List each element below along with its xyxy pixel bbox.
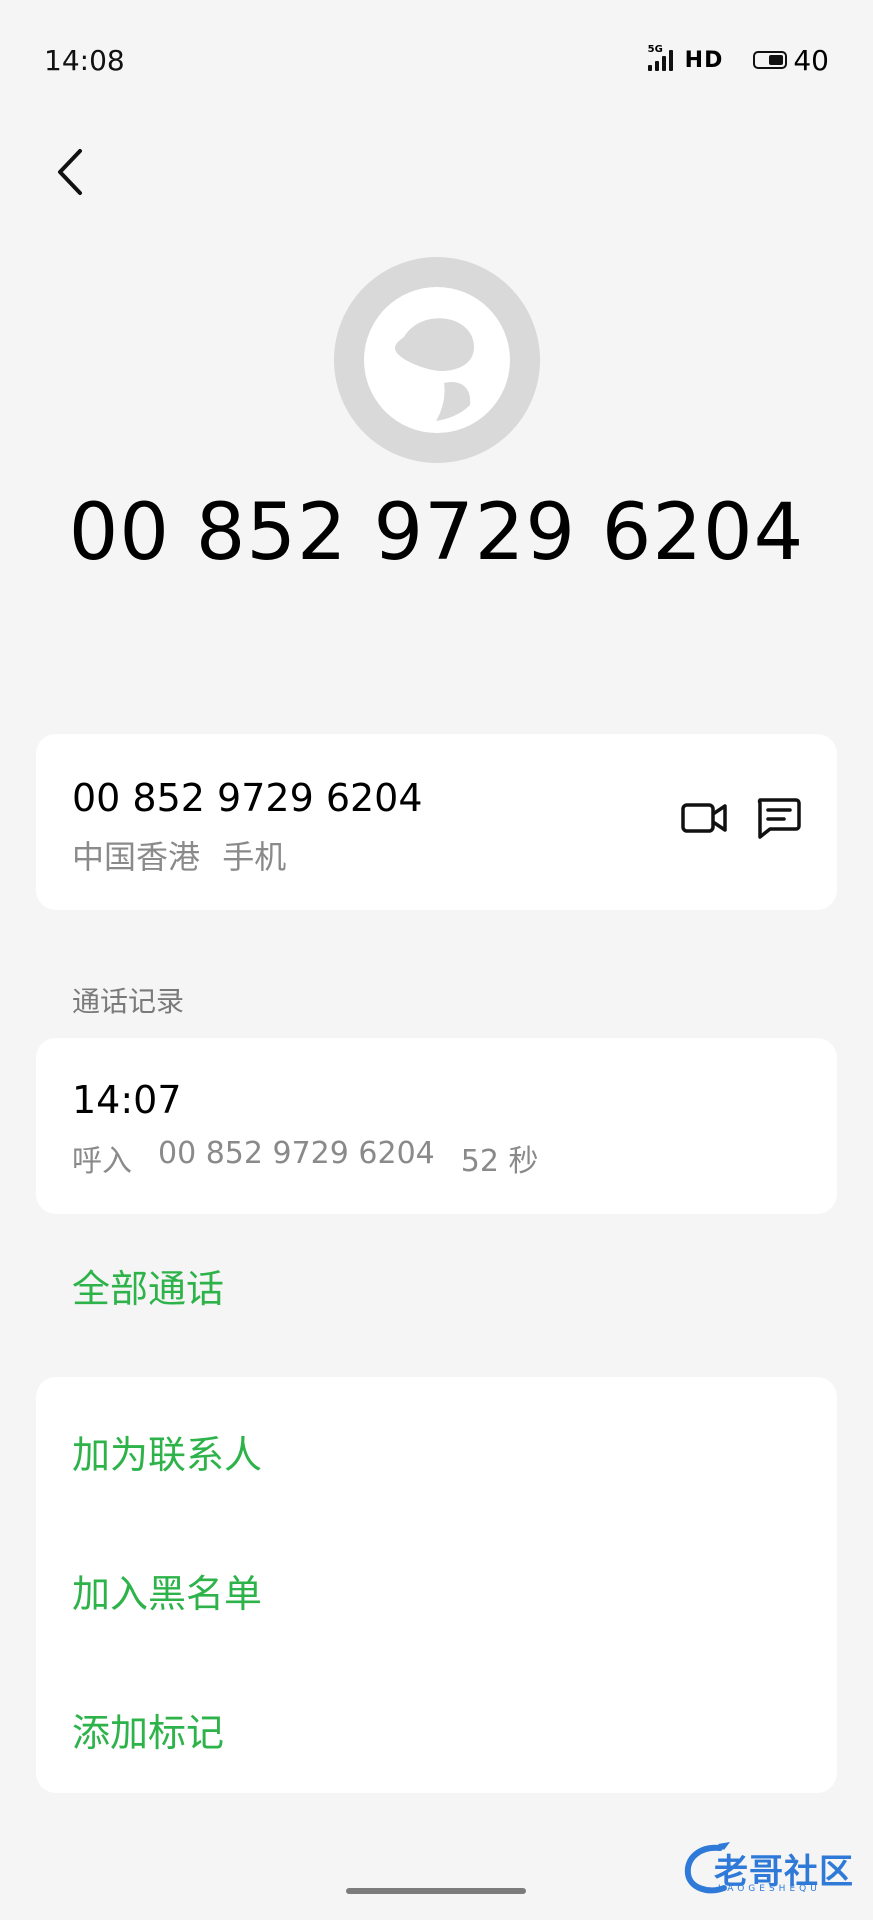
message-button[interactable]	[750, 790, 806, 846]
call-log-title: 通话记录	[72, 985, 185, 1018]
number-card: 00 852 9729 6204 中国香港 手机	[36, 734, 837, 910]
call-detail: 呼入 00 852 9729 6204 52 秒	[72, 1136, 538, 1180]
status-indicators: 5G HD 40	[647, 44, 829, 77]
signal-icon: 5G	[647, 45, 673, 71]
add-contact-button[interactable]: 加为联系人	[72, 1424, 262, 1479]
call-number: 00 852 9729 6204	[158, 1136, 435, 1171]
hd-indicator: HD	[684, 47, 724, 73]
battery-level: 40	[793, 43, 829, 77]
avatar	[334, 257, 540, 463]
caller-number: 00 852 9729 6204	[68, 488, 805, 578]
watermark-subtext: LAOGESHEQU	[718, 1884, 821, 1894]
video-camera-icon	[681, 803, 727, 833]
call-duration: 52 秒	[460, 1144, 539, 1179]
actions-card: 加为联系人 加入黑名单 添加标记	[36, 1377, 837, 1793]
number-location: 中国香港 手机	[72, 832, 286, 878]
message-icon	[757, 798, 801, 839]
video-call-button[interactable]	[676, 790, 732, 846]
battery-indicator: 40	[753, 44, 829, 77]
call-log-card[interactable]: 14:07 呼入 00 852 9729 6204 52 秒	[36, 1038, 837, 1214]
add-tag-button[interactable]: 添加标记	[72, 1702, 224, 1757]
phone-number[interactable]: 00 852 9729 6204	[72, 776, 423, 820]
watermark-logo: 老哥社区 LAOGESHEQU	[680, 1838, 860, 1898]
status-time: 14:08	[44, 43, 125, 77]
chevron-left-icon	[58, 149, 82, 195]
battery-icon	[753, 51, 788, 69]
default-avatar-icon	[364, 287, 510, 433]
phone-type-label: 手机	[222, 838, 287, 876]
block-number-button[interactable]: 加入黑名单	[72, 1563, 262, 1618]
call-direction: 呼入	[72, 1144, 132, 1179]
region-label: 中国香港	[72, 838, 201, 876]
home-indicator[interactable]	[346, 1888, 526, 1894]
network-type: 5G	[647, 44, 663, 55]
all-calls-link[interactable]: 全部通话	[72, 1258, 224, 1313]
status-bar: 14:08 5G HD 40	[44, 38, 829, 82]
back-button[interactable]	[50, 145, 90, 199]
call-time: 14:07	[72, 1078, 182, 1122]
